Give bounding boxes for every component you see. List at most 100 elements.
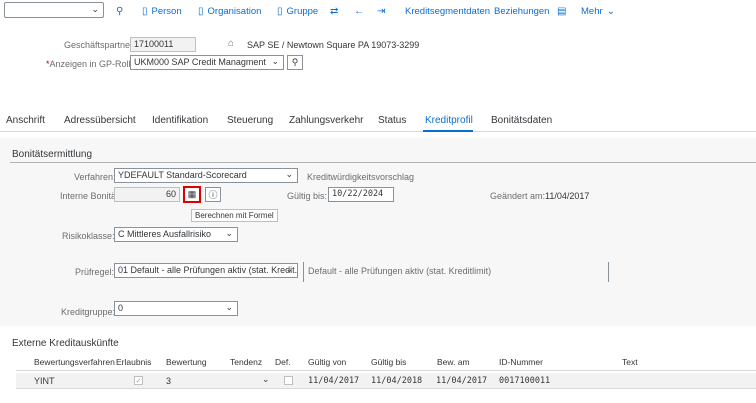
check-icon: ✓: [135, 377, 142, 385]
calculator-icon: ▦: [187, 189, 197, 199]
def-checkbox[interactable]: [284, 376, 293, 385]
toolbar: ⌄ ⚲ ▯ Person ▯ Organisation ▯ Gruppe ⇄ ← ⇥ …: [0, 0, 756, 22]
col-def: Def.: [275, 357, 291, 367]
kreditsegmentdaten-label: Kreditsegmentdaten: [405, 5, 491, 17]
kreditgruppe-select[interactable]: 0 ⌄: [114, 301, 238, 316]
gruppe-label: Gruppe: [286, 5, 319, 17]
table-row[interactable]: YINT ✓ 3 ⌄ 11/04/2017 11/04/2018 11/04/2…: [16, 373, 756, 389]
hierarchy-button[interactable]: ⚲: [116, 4, 123, 18]
document-icon: ▯: [142, 5, 148, 17]
tendenz-chevron-down-icon[interactable]: ⌄: [262, 374, 270, 385]
extern-title: Externe Kreditauskünfte: [12, 338, 119, 349]
pruefregel-select[interactable]: 01 Default - alle Prüfungen aktiv (stat.…: [114, 263, 298, 278]
tab-status[interactable]: Status: [378, 115, 406, 126]
verfahren-label: Verfahren:: [74, 172, 116, 182]
display-button[interactable]: ▤: [557, 4, 566, 18]
geaendert-am-label: Geändert am:: [490, 191, 546, 201]
kreditgruppe-label: Kreditgruppe:: [61, 307, 116, 317]
tab-anschrift[interactable]: Anschrift: [6, 115, 45, 126]
gueltig-bis-label: Gültig bis:: [287, 191, 328, 201]
forward-arrow-icon: ⇥: [377, 5, 386, 17]
kreditsegmentdaten-button[interactable]: Kreditsegmentdaten: [405, 4, 490, 18]
col-erlaubnis: Erlaubnis: [116, 357, 152, 367]
hierarchy-icon: ⚲: [116, 5, 124, 17]
tab-kreditprofil[interactable]: Kreditprofil: [425, 115, 473, 126]
info-button[interactable]: ⓘ: [205, 187, 221, 202]
partner-description: SAP SE / Newtown Square PA 19073-3299: [247, 40, 420, 50]
role-label: *Anzeigen in GP-Rolle: [46, 59, 136, 69]
mehr-label: Mehr: [581, 5, 603, 17]
role-label-text: Anzeigen in GP-Rolle: [49, 59, 136, 69]
erlaubnis-checkbox[interactable]: ✓: [134, 376, 143, 385]
chevron-down-icon: ⌄: [285, 264, 293, 274]
tab-zahlungsverkehr[interactable]: Zahlungsverkehr: [289, 115, 363, 126]
active-tab-indicator: [423, 130, 473, 132]
search-icon: ⚲: [291, 57, 299, 67]
partner-field[interactable]: 17100011: [130, 37, 196, 52]
cell-verfahren: YINT: [34, 376, 55, 386]
risikoklasse-select[interactable]: C Mittleres Ausfallrisiko ⌄: [114, 227, 238, 242]
cell-gueltig-bis: 11/04/2018: [371, 376, 423, 386]
col-bewertungsverfahren: Bewertungsverfahren: [34, 357, 115, 367]
verfahren-select[interactable]: YDEFAULT Standard-Scorecard ⌄: [114, 168, 298, 183]
chevron-down-icon: ⌄: [91, 4, 99, 14]
risikoklasse-label: Risikoklasse:: [62, 231, 115, 241]
pruefregel-description-box: Default - alle Prüfungen aktiv (stat. Kr…: [303, 262, 609, 282]
bonitaet-panel: Bonitätsermittlung Verfahren: YDEFAULT S…: [0, 138, 756, 326]
role-search-button[interactable]: ⚲: [287, 55, 303, 70]
tab-steuerung[interactable]: Steuerung: [227, 115, 273, 126]
gueltig-bis-field[interactable]: 10/22/2024: [328, 187, 394, 202]
forward-button[interactable]: ⇥: [377, 4, 385, 18]
switch-icon: ⇄: [330, 5, 339, 17]
organisation-label: Organisation: [207, 5, 262, 17]
bonitaet-title: Bonitätsermittlung: [12, 149, 93, 160]
cell-bew-am: 11/04/2017: [436, 376, 488, 386]
building-icon: ⌂: [228, 38, 235, 49]
interne-bonitaet-field[interactable]: 60: [114, 187, 180, 202]
col-gueltig-von: Gültig von: [308, 357, 347, 367]
section-divider: [10, 162, 756, 163]
cell-gueltig-von: 11/04/2017: [308, 376, 360, 386]
info-icon: ⓘ: [208, 190, 218, 200]
document-icon: ▯: [198, 5, 204, 17]
verfahren-value: YDEFAULT Standard-Scorecard: [118, 170, 247, 180]
col-gueltig-bis: Gültig bis: [371, 357, 407, 367]
gruppe-button[interactable]: ▯ Gruppe: [277, 4, 318, 18]
col-tendenz: Tendenz: [230, 357, 263, 367]
risikoklasse-value: C Mittleres Ausfallrisiko: [118, 229, 212, 239]
cell-id-nummer: 0017100011: [499, 376, 551, 386]
partner-label: Geschäftspartner:: [64, 40, 136, 50]
switch-button[interactable]: ⇄: [330, 4, 338, 18]
person-button[interactable]: ▯ Person: [142, 4, 182, 18]
beziehungen-button[interactable]: Beziehungen: [494, 4, 549, 18]
col-bewertung: Bewertung: [166, 357, 207, 367]
tab-bar: Anschrift Adressübersicht Identifikation…: [0, 110, 756, 132]
tab-adressuebersicht[interactable]: Adressübersicht: [64, 115, 136, 126]
person-label: Person: [151, 5, 182, 17]
col-id-nummer: ID-Nummer: [499, 357, 543, 367]
mehr-button[interactable]: Mehr ⌄: [581, 4, 615, 18]
display-icon: ▤: [557, 5, 567, 17]
geaendert-am-value: 11/04/2017: [545, 191, 590, 201]
table-header: Bewertungsverfahren Erlaubnis Bewertung …: [16, 357, 756, 371]
chevron-down-icon: ⌄: [225, 302, 233, 312]
extern-panel: Externe Kreditauskünfte Bewertungsverfah…: [0, 326, 756, 403]
tooltip: Berechnen mit Formel: [191, 209, 278, 222]
pruefregel-label: Prüfregel:: [75, 267, 115, 277]
toolbar-select[interactable]: ⌄: [4, 2, 104, 18]
chevron-down-icon: ⌄: [271, 56, 279, 66]
organisation-button[interactable]: ▯ Organisation: [198, 4, 261, 18]
col-text: Text: [622, 357, 638, 367]
cell-bewertung: 3: [166, 376, 172, 386]
back-button[interactable]: ←: [354, 4, 364, 18]
role-select[interactable]: UKM000 SAP Credit Managment ⌄: [130, 55, 284, 70]
kreditwuerdigkeitsvorschlag-label: Kreditwürdigkeitsvorschlag: [307, 172, 415, 182]
role-select-value: UKM000 SAP Credit Managment: [134, 57, 266, 67]
tab-bonitaetsdaten[interactable]: Bonitätsdaten: [491, 115, 552, 126]
chevron-down-icon: ⌄: [225, 228, 233, 238]
col-bew-am: Bew. am: [437, 357, 470, 367]
berechnen-formel-button[interactable]: ▦: [183, 186, 201, 203]
document-icon: ▯: [277, 5, 283, 17]
pruefregel-value: 01 Default - alle Prüfungen aktiv (stat.…: [118, 265, 298, 275]
tab-identifikation[interactable]: Identifikation: [152, 115, 208, 126]
